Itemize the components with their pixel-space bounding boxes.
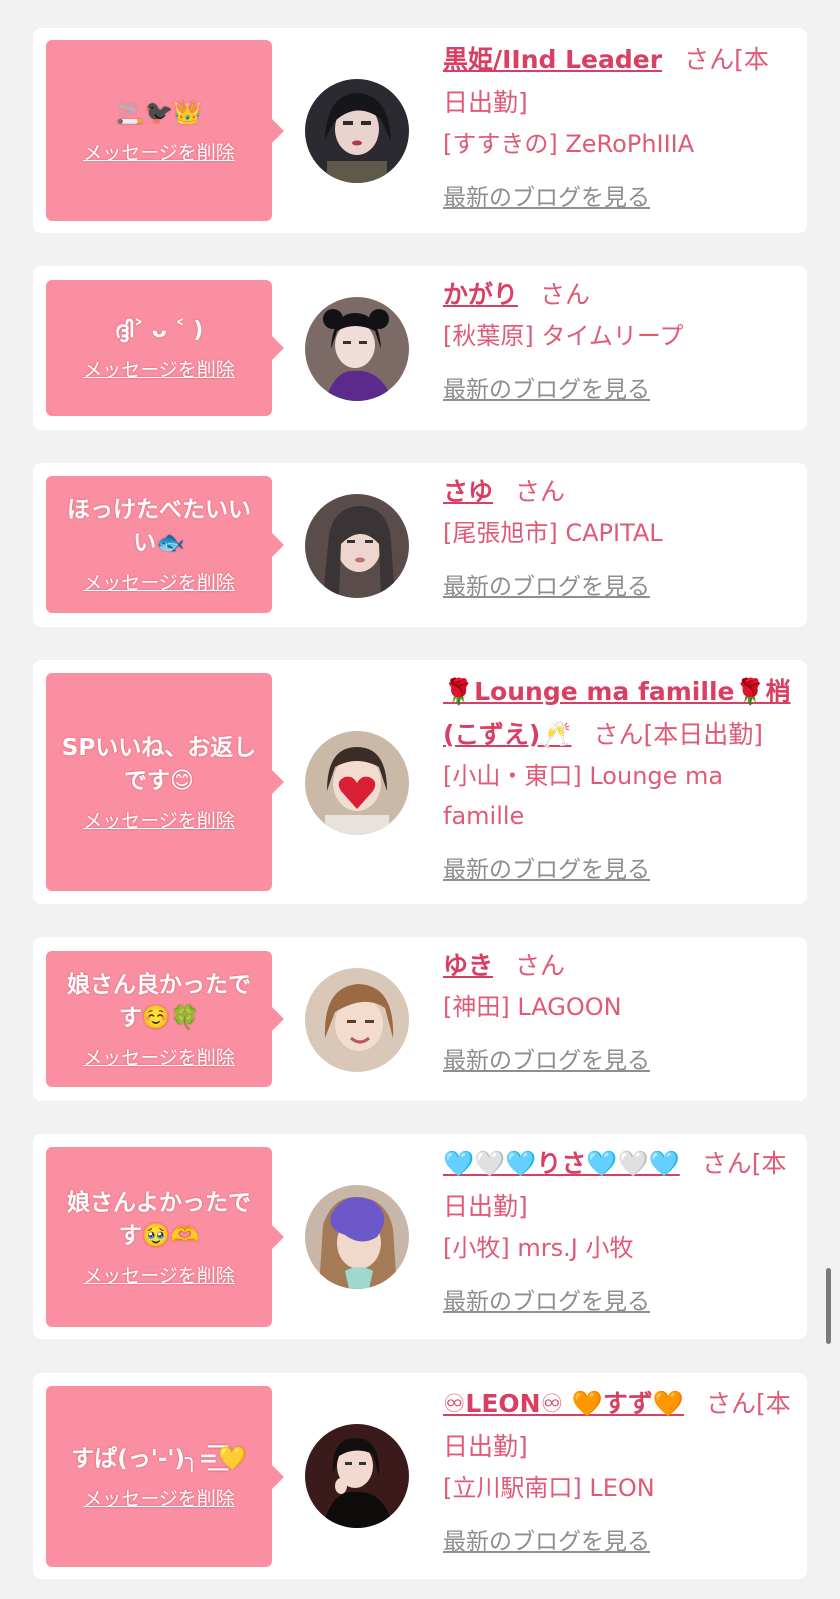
purple-sticker-woman-avatar-icon xyxy=(305,1185,409,1289)
cast-info: かがり さん [秋葉原] タイムリープ 最新のブログを見る xyxy=(443,273,793,404)
cast-info: ♾LEON♾ 🧡すず🧡 さん[本日出勤] [立川駅南口] LEON 最新のブログを… xyxy=(443,1382,793,1556)
avatar[interactable] xyxy=(305,731,409,835)
dark-haired-woman-avatar-icon xyxy=(305,79,409,183)
latest-blog-link[interactable]: 最新のブログを見る xyxy=(443,1522,650,1556)
cast-name-line: 🩵🤍🩵りさ🩵🤍🩵 さん[本日出勤] xyxy=(443,1142,793,1228)
shop-name: [小牧] mrs.J 小牧 xyxy=(443,1234,634,1262)
message-text: 娘さん良かったです☺️🍀 xyxy=(67,971,251,1031)
shop-name: [すすきの] ZeRoPhIIIA xyxy=(443,130,695,158)
delete-message-link[interactable]: メッセージを削除 xyxy=(83,1484,235,1511)
delete-message-link[interactable]: メッセージを削除 xyxy=(83,138,235,165)
message-card: ദ്ദി˃ ᴗ ˂ ) メッセージを削除 かがり さん [秋葉原] タイムリープ … xyxy=(33,266,807,430)
message-bubble: ほっけたべたいいい🐟 メッセージを削除 xyxy=(46,476,284,613)
delete-message-link[interactable]: メッセージを削除 xyxy=(83,1043,235,1070)
cast-name-link[interactable]: ♾LEON♾ 🧡すず🧡 xyxy=(443,1389,684,1418)
cast-name-link[interactable]: 黒姫/IInd Leader xyxy=(443,45,662,74)
avatar[interactable] xyxy=(305,968,409,1072)
message-bubble: ദ്ദി˃ ᴗ ˂ ) メッセージを削除 xyxy=(46,280,284,416)
message-text: ほっけたべたいいい🐟 xyxy=(67,497,251,556)
message-card: ほっけたべたいいい🐟 メッセージを削除 さゆ さん [尾張旭市] CAPITAL … xyxy=(33,463,807,627)
shop-name: [秋葉原] タイムリープ xyxy=(443,322,684,350)
shop-name: [神田] LAGOON xyxy=(443,993,622,1021)
avatar[interactable] xyxy=(305,79,409,183)
cast-info: ゆき さん [神田] LAGOON 最新のブログを見る xyxy=(443,944,793,1075)
cast-suffix: さん xyxy=(515,477,566,506)
message-text: SPいいね、お返しです😊 xyxy=(61,734,257,794)
latest-blog-link[interactable]: 最新のブログを見る xyxy=(443,567,650,601)
cast-info: 🌹Lounge ma famille🌹梢(こずえ)🥂 さん[本日出勤] [小山・東… xyxy=(443,670,793,884)
cast-info: さゆ さん [尾張旭市] CAPITAL 最新のブログを見る xyxy=(443,470,793,601)
latest-blog-link[interactable]: 最新のブログを見る xyxy=(443,1041,650,1075)
message-text: ദ്ദി˃ ᴗ ˂ ) xyxy=(114,318,204,343)
cast-name-line: 黒姫/IInd Leader さん[本日出勤] xyxy=(443,38,793,124)
message-bubble: 🚬🐦‍⬛👑 メッセージを削除 xyxy=(46,40,284,221)
cast-name-link[interactable]: 🩵🤍🩵りさ🩵🤍🩵 xyxy=(443,1149,680,1178)
cast-name-link[interactable]: かがり xyxy=(443,280,518,309)
avatar[interactable] xyxy=(305,1424,409,1528)
latest-blog-link[interactable]: 最新のブログを見る xyxy=(443,370,650,404)
cast-name-line: ゆき さん xyxy=(443,944,793,987)
delete-message-link[interactable]: メッセージを削除 xyxy=(83,806,235,833)
cast-info: 黒姫/IInd Leader さん[本日出勤] [すすきの] ZeRoPhIIIA… xyxy=(443,38,793,212)
message-bubble: SPいいね、お返しです😊 メッセージを削除 xyxy=(46,673,284,891)
delete-message-link[interactable]: メッセージを削除 xyxy=(83,355,235,382)
cast-name-link[interactable]: ゆき xyxy=(443,951,493,980)
shop-name: [尾張旭市] CAPITAL xyxy=(443,519,663,547)
heart-sticker-woman-avatar-icon xyxy=(305,731,409,835)
delete-message-link[interactable]: メッセージを削除 xyxy=(83,568,235,595)
delete-message-link[interactable]: メッセージを削除 xyxy=(83,1261,235,1288)
message-card: 娘さん良かったです☺️🍀 メッセージを削除 ゆき さん [神田] LAGOON 最… xyxy=(33,937,807,1101)
message-card: 🚬🐦‍⬛👑 メッセージを削除 黒姫/IInd Leader さん[本日出勤] [す… xyxy=(33,28,807,233)
latest-blog-link[interactable]: 最新のブログを見る xyxy=(443,850,650,884)
cast-name-line: ♾LEON♾ 🧡すず🧡 さん[本日出勤] xyxy=(443,1382,793,1468)
latest-blog-link[interactable]: 最新のブログを見る xyxy=(443,1282,650,1316)
message-bubble: 娘さん良かったです☺️🍀 メッセージを削除 xyxy=(46,951,284,1087)
avatar[interactable] xyxy=(305,297,409,401)
shop-name: [立川駅南口] LEON xyxy=(443,1474,655,1502)
message-list: 🚬🐦‍⬛👑 メッセージを削除 黒姫/IInd Leader さん[本日出勤] [す… xyxy=(0,0,840,1599)
cast-info: 🩵🤍🩵りさ🩵🤍🩵 さん[本日出勤] [小牧] mrs.J 小牧 最新のブログを見る xyxy=(443,1142,793,1316)
cast-name-line: かがり さん xyxy=(443,273,793,316)
scrollbar[interactable] xyxy=(826,1268,831,1344)
avatar[interactable] xyxy=(305,494,409,598)
cast-suffix: さん[本日出勤] xyxy=(593,720,763,749)
latest-blog-link[interactable]: 最新のブログを見る xyxy=(443,178,650,212)
brown-hair-woman-avatar-icon xyxy=(305,968,409,1072)
message-card: SPいいね、お返しです😊 メッセージを削除 🌹Lounge ma famille… xyxy=(33,660,807,904)
avatar[interactable] xyxy=(305,1185,409,1289)
cast-name-link[interactable]: さゆ xyxy=(443,477,493,506)
message-card: すぱ(っ'-')╮=͟͟͞͞💛 メッセージを削除 ♾LEON♾ 🧡すず🧡 さん[本… xyxy=(33,1373,807,1579)
message-bubble: すぱ(っ'-')╮=͟͟͞͞💛 メッセージを削除 xyxy=(46,1386,284,1567)
cast-name-line: 🌹Lounge ma famille🌹梢(こずえ)🥂 さん[本日出勤] xyxy=(443,670,793,756)
black-dress-woman-avatar-icon xyxy=(305,1424,409,1528)
cast-suffix: さん xyxy=(515,951,566,980)
cast-name-line: さゆ さん xyxy=(443,470,793,513)
message-text: すぱ(っ'-')╮=͟͟͞͞💛 xyxy=(71,1445,247,1472)
message-card: 娘さんよかったです🥹🫶 メッセージを削除 🩵🤍🩵りさ🩵🤍🩵 さん[本日出勤] [小… xyxy=(33,1134,807,1339)
twin-tail-woman-avatar-icon xyxy=(305,297,409,401)
long-hair-woman-avatar-icon xyxy=(305,494,409,598)
message-bubble: 娘さんよかったです🥹🫶 メッセージを削除 xyxy=(46,1147,284,1327)
message-text: 娘さんよかったです🥹🫶 xyxy=(67,1189,251,1249)
shop-name: [小山・東口] Lounge ma famille xyxy=(443,762,724,830)
cast-suffix: さん xyxy=(540,280,591,309)
message-text: 🚬🐦‍⬛👑 xyxy=(116,99,202,126)
